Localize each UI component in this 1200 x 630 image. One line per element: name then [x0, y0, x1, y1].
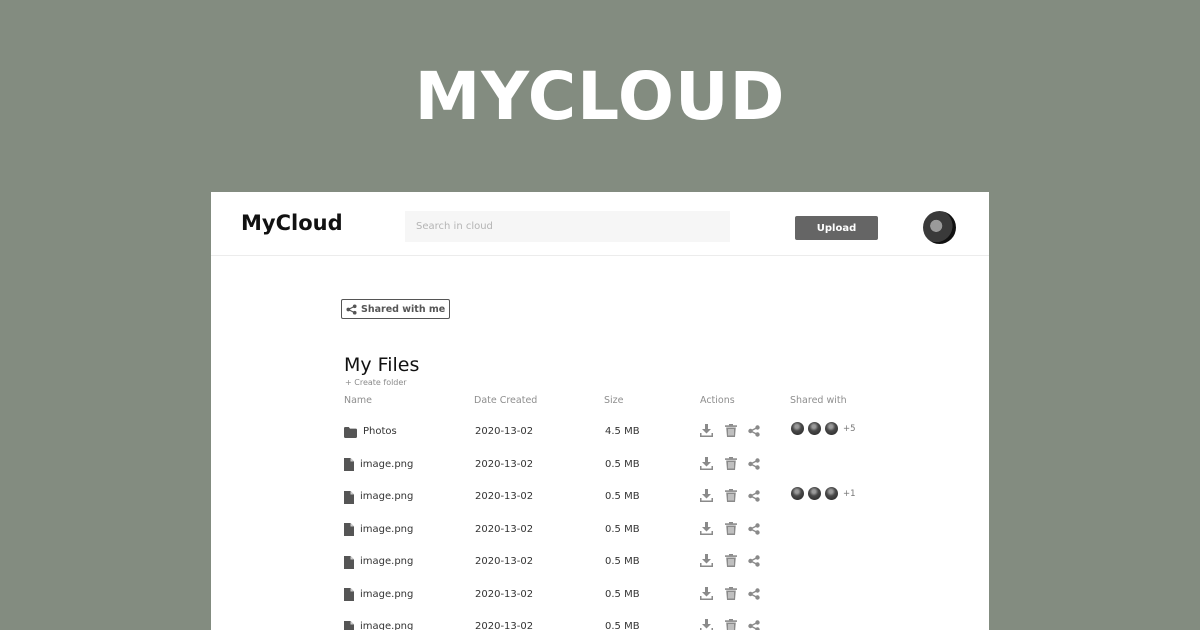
download-icon[interactable] — [700, 585, 713, 604]
banner-title: MYCLOUD — [414, 58, 786, 135]
file-date: 2020-13-02 — [475, 556, 534, 567]
trash-icon[interactable] — [725, 552, 737, 571]
upload-button[interactable]: Upload — [795, 216, 878, 240]
download-icon[interactable] — [700, 520, 713, 539]
download-icon[interactable] — [700, 455, 713, 474]
file-size: 0.5 MB — [605, 556, 640, 567]
file-name: image.png — [360, 556, 414, 567]
trash-icon[interactable] — [725, 585, 737, 604]
folder-icon — [344, 426, 357, 438]
file-date: 2020-13-02 — [475, 458, 534, 470]
shared-user-avatar — [825, 487, 838, 500]
file-name: image.png — [360, 523, 414, 535]
table-row[interactable]: image.png 2020-13-02 0.5 MB — [211, 617, 989, 630]
download-icon[interactable] — [700, 487, 713, 506]
share-icon[interactable] — [748, 552, 760, 571]
file-icon — [344, 490, 354, 504]
file-name-cell[interactable]: image.png — [344, 523, 413, 537]
file-size: 0.5 MB — [605, 523, 640, 535]
file-date: 2020-13-02 — [475, 523, 534, 535]
file-size: 4.5 MB — [605, 426, 640, 437]
download-icon[interactable] — [700, 422, 713, 441]
table-row[interactable]: image.png 2020-13-02 0.5 MB — [211, 585, 989, 612]
table-row[interactable]: Photos 2020-13-02 4.5 MB +5 — [211, 422, 989, 449]
column-header-actions: Actions — [700, 395, 735, 406]
trash-icon[interactable] — [725, 487, 737, 506]
file-date: 2020-13-02 — [475, 491, 534, 502]
trash-icon[interactable] — [725, 617, 737, 630]
file-date: 2020-13-02 — [475, 621, 534, 630]
file-name: image.png — [360, 588, 414, 600]
file-name: Photos — [363, 426, 397, 437]
file-date: 2020-13-02 — [475, 426, 534, 437]
share-icon[interactable] — [748, 487, 760, 506]
search-input[interactable] — [405, 211, 730, 242]
table-row[interactable]: image.png 2020-13-02 0.5 MB — [211, 455, 989, 482]
file-name: image.png — [360, 621, 414, 630]
file-icon — [344, 555, 354, 569]
shared-more-count: +1 — [843, 488, 856, 499]
file-name: image.png — [360, 458, 414, 470]
download-icon[interactable] — [700, 552, 713, 571]
shared-more-count: +5 — [843, 423, 856, 434]
table-row[interactable]: image.png 2020-13-02 0.5 MB +1 — [211, 487, 989, 514]
share-icon[interactable] — [748, 520, 760, 539]
shared-user-avatar — [808, 487, 821, 500]
column-header-name[interactable]: Name — [344, 395, 372, 406]
table-row[interactable]: image.png 2020-13-02 0.5 MB — [211, 520, 989, 547]
shared-user-avatar — [808, 422, 821, 435]
file-name: image.png — [360, 491, 414, 502]
column-header-date[interactable]: Date Created — [474, 395, 537, 406]
top-bar: MyCloud Upload — [211, 192, 989, 256]
file-size: 0.5 MB — [605, 621, 640, 630]
shared-user-avatar — [825, 422, 838, 435]
shared-with-me-label: Shared with me — [361, 303, 446, 315]
file-name-cell[interactable]: image.png — [344, 458, 413, 472]
file-name-cell[interactable]: image.png — [344, 555, 413, 569]
share-icon[interactable] — [748, 422, 760, 441]
trash-icon[interactable] — [725, 455, 737, 474]
file-icon — [344, 458, 354, 471]
file-name-cell[interactable]: image.png — [344, 620, 413, 630]
shared-user-avatar — [791, 422, 804, 435]
file-name-cell[interactable]: Photos — [344, 425, 397, 439]
column-header-size[interactable]: Size — [604, 395, 624, 406]
share-icon[interactable] — [748, 617, 760, 630]
create-folder-link[interactable]: + Create folder — [345, 378, 407, 387]
page-title: My Files — [344, 354, 420, 376]
file-size: 0.5 MB — [605, 491, 640, 502]
shared-with-avatars[interactable]: +1 — [791, 487, 856, 500]
shared-with-me-button[interactable]: Shared with me — [341, 299, 451, 319]
file-icon — [344, 620, 354, 630]
shared-user-avatar — [791, 487, 804, 500]
file-date: 2020-13-02 — [475, 588, 534, 600]
file-size: 0.5 MB — [605, 458, 640, 470]
avatar[interactable] — [923, 211, 956, 244]
file-name-cell[interactable]: image.png — [344, 588, 413, 602]
file-size: 0.5 MB — [605, 588, 640, 600]
app-logo[interactable]: MyCloud — [241, 211, 343, 235]
file-icon — [344, 523, 354, 536]
share-icon[interactable] — [748, 455, 760, 474]
app-window: MyCloud Upload Shared with me My Files +… — [211, 192, 989, 630]
share-icon — [346, 303, 357, 315]
trash-icon[interactable] — [725, 422, 737, 441]
column-header-shared: Shared with — [790, 395, 847, 406]
file-icon — [344, 588, 354, 601]
share-icon[interactable] — [748, 585, 760, 604]
download-icon[interactable] — [700, 617, 713, 630]
trash-icon[interactable] — [725, 520, 737, 539]
table-row[interactable]: image.png 2020-13-02 0.5 MB — [211, 552, 989, 579]
shared-with-avatars[interactable]: +5 — [791, 422, 856, 435]
file-name-cell[interactable]: image.png — [344, 490, 413, 504]
